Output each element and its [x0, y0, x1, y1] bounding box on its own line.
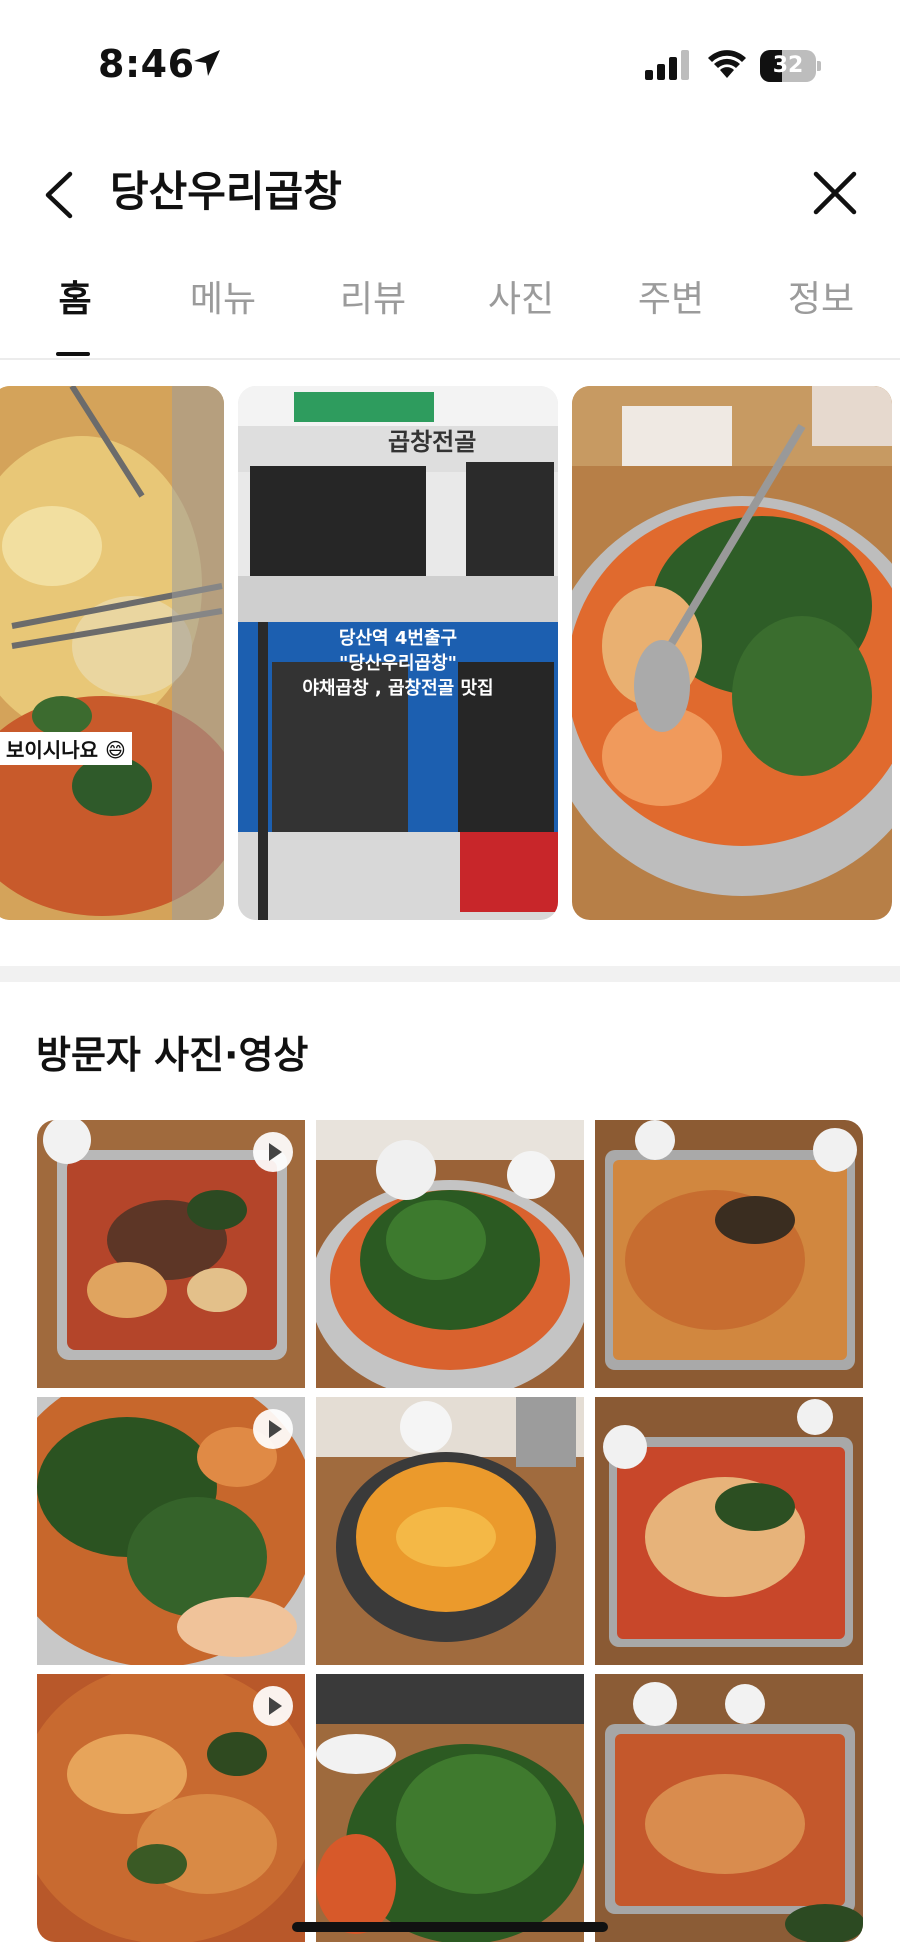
chevron-left-icon[interactable]: [40, 170, 80, 220]
wifi-icon: [708, 50, 746, 78]
visitor-photo[interactable]: [316, 1120, 584, 1388]
tab-reviews[interactable]: 리뷰: [298, 274, 448, 326]
section-title: 방문자 사진·영상: [36, 1033, 309, 1077]
tab-photos[interactable]: 사진: [446, 274, 596, 326]
overlay-line: 야채곱창 , 곱창전골 맛집: [302, 678, 494, 699]
tab-bar: 홈 메뉴 리뷰 사진 주변 정보: [0, 262, 900, 360]
store-sign: 곱창전골: [388, 428, 477, 456]
overlay-line: "당산우리곱창": [338, 653, 458, 674]
video-play-icon: [253, 1409, 293, 1449]
home-indicator: [292, 1922, 608, 1932]
hero-image[interactable]: 보이시나요 😄: [0, 386, 224, 920]
page-title: 당산우리곱창: [110, 167, 342, 216]
battery-icon: 32: [760, 50, 822, 82]
place-header: 당산우리곱창: [0, 150, 900, 240]
visitor-photo[interactable]: [316, 1397, 584, 1665]
visitor-photo[interactable]: [595, 1397, 863, 1665]
status-bar: 8:46 32: [0, 0, 900, 130]
close-icon[interactable]: [810, 168, 860, 218]
tab-menu[interactable]: 메뉴: [148, 274, 298, 326]
battery-level: 32: [772, 53, 804, 78]
visitor-photo[interactable]: [37, 1674, 305, 1942]
visitor-photo[interactable]: [37, 1397, 305, 1665]
location-arrow-icon: [194, 50, 220, 76]
tab-nearby[interactable]: 주변: [596, 274, 746, 326]
overlay-line: 당산역 4번출구: [338, 628, 458, 649]
video-play-icon: [253, 1686, 293, 1726]
storefront-overlay-text: 당산역 4번출구 "당산우리곱창" 야채곱창 , 곱창전골 맛집: [238, 626, 558, 701]
video-play-icon: [253, 1132, 293, 1172]
visitor-photo[interactable]: [37, 1120, 305, 1388]
hero-image-storefront[interactable]: 곱창전골 당산역 4번출구 "당산우리곱창" 야채곱창 , 곱창전골 맛집: [238, 386, 558, 920]
visitor-photo[interactable]: [595, 1120, 863, 1388]
hero-caption: 보이시나요 😄: [0, 732, 132, 765]
section-divider: [0, 966, 900, 982]
tab-info[interactable]: 정보: [746, 274, 896, 326]
status-time: 8:46: [98, 42, 195, 86]
active-tab-indicator: [56, 352, 90, 356]
visitor-photo[interactable]: [595, 1674, 863, 1942]
tab-home[interactable]: 홈: [0, 274, 150, 326]
visitor-photo[interactable]: [316, 1674, 584, 1942]
signal-icon: [645, 50, 689, 80]
hero-image[interactable]: [572, 386, 892, 920]
